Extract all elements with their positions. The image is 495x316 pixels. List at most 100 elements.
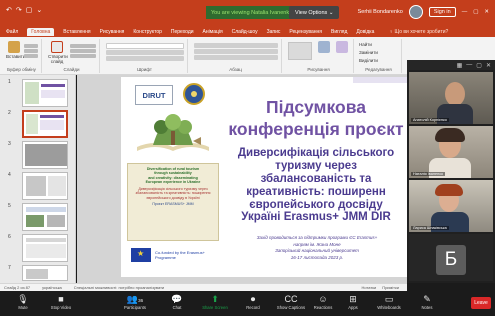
paste-button[interactable]: Вставити xyxy=(6,41,26,59)
quick-styles-button[interactable] xyxy=(334,41,350,54)
video-panel-header: ▦ — ▢ ✕ xyxy=(407,60,495,70)
minimize-icon[interactable]: — xyxy=(462,9,468,15)
notes-button[interactable]: ✎ Notes xyxy=(410,294,444,310)
tab-animations[interactable]: Анімація xyxy=(203,29,223,35)
accessibility-status[interactable]: Спеціальні можливості: потрібно проаналі… xyxy=(74,285,164,290)
font-controls[interactable] xyxy=(106,42,184,62)
comments-button[interactable]: Примітки xyxy=(382,285,399,290)
new-slide-button[interactable]: Створити слайд xyxy=(48,41,68,64)
video-tile-2[interactable]: Наталія Іваненко xyxy=(409,126,493,178)
video-tile-1[interactable]: Анатолій Корнієнко xyxy=(409,72,493,124)
tab-draw[interactable]: Рисування xyxy=(100,29,125,35)
show-captions-button[interactable]: CC Show Captions xyxy=(274,294,308,310)
stop-video-label: Stop Video xyxy=(50,305,72,310)
whiteboard-icon: ▭ xyxy=(384,294,394,304)
maximize-icon[interactable]: ▢ xyxy=(473,9,478,15)
tab-insert[interactable]: Вставлення xyxy=(63,29,90,35)
gallery-view-icon[interactable]: ▦ xyxy=(457,62,463,69)
participant-name: Наталія Іваненко xyxy=(411,172,446,176)
video-tile-4[interactable]: Б xyxy=(409,234,493,281)
mute-button[interactable]: 🎙 Mute xyxy=(6,294,40,310)
leave-meeting-button[interactable]: Leave xyxy=(471,297,491,309)
close-icon[interactable]: ✕ xyxy=(486,62,491,69)
clipboard-mini-buttons[interactable] xyxy=(24,43,38,59)
notes-icon: ✎ xyxy=(423,294,431,304)
slide-title-line1[interactable]: Підсумкова xyxy=(223,97,409,118)
select-button[interactable]: Виділити xyxy=(359,58,399,63)
tab-home[interactable]: Головна xyxy=(27,27,55,36)
captions-icon: CC xyxy=(284,294,298,304)
slide-editing-canvas[interactable]: DIRUT Diversification of rural tourism t… xyxy=(77,75,411,283)
slide-subtitle[interactable]: Диверсифікація сільського туризму через … xyxy=(225,147,407,224)
video-tile-3[interactable]: Лариса Шпаківська xyxy=(409,180,493,232)
slide-thumbnail-2[interactable] xyxy=(22,110,68,138)
subtitle-line: збалансованість та xyxy=(260,172,372,185)
undo-icon[interactable]: ↶ xyxy=(6,6,12,14)
close-icon[interactable]: ✕ xyxy=(484,9,489,15)
slide-title-line2[interactable]: конференція проєкт xyxy=(223,119,409,140)
tab-file[interactable]: Файл xyxy=(6,29,18,35)
current-slide[interactable]: DIRUT Diversification of rural tourism t… xyxy=(121,77,411,277)
thumb-number: 7 xyxy=(8,265,11,271)
university-seal-icon xyxy=(183,83,205,105)
record-label: Record xyxy=(246,305,260,310)
tab-view[interactable]: Вигляд xyxy=(331,29,347,35)
slide-thumbnail-3[interactable] xyxy=(22,141,68,169)
info-line: 16-17 листопада 2023 р. xyxy=(290,254,344,260)
erasmus-logo-text: Co-funded by the Erasmus+ Programme xyxy=(155,250,205,260)
slide-thumbnail-5[interactable] xyxy=(22,203,68,231)
arrange-button[interactable] xyxy=(316,41,332,54)
share-screen-button[interactable]: ⬆ Share Screen xyxy=(198,294,232,310)
record-button[interactable]: ⏺ Record xyxy=(236,294,270,310)
paste-label: Вставити xyxy=(6,54,26,59)
paragraph-controls[interactable] xyxy=(194,42,278,61)
tab-help[interactable]: Довідка xyxy=(356,29,374,35)
show-captions-label: Show Captions xyxy=(276,305,306,310)
slide-thumbnail-1[interactable] xyxy=(22,79,68,107)
minimize-icon[interactable]: — xyxy=(466,62,472,68)
drawing-group: Рисування xyxy=(284,39,354,73)
thumb-number: 5 xyxy=(8,203,11,209)
customize-chevron-icon[interactable]: ⌄ xyxy=(36,6,42,14)
reactions-button[interactable]: ☺ Reactions xyxy=(306,294,340,310)
sign-in-button[interactable]: Sign in xyxy=(428,7,456,17)
replace-button[interactable]: Замінити xyxy=(359,50,399,55)
language-indicator[interactable]: українська xyxy=(42,285,62,290)
eu-flag-icon xyxy=(131,248,151,262)
tab-record[interactable]: Запис xyxy=(267,29,281,35)
tab-slideshow[interactable]: Слайд-шоу xyxy=(232,29,258,35)
notes-button[interactable]: Нотатки xyxy=(361,285,376,290)
open-book-illustration xyxy=(131,111,215,155)
dirut-logo: DIRUT xyxy=(135,85,173,105)
chat-button[interactable]: 💬 Chat xyxy=(160,294,194,310)
whiteboards-button[interactable]: ▭ Whiteboards xyxy=(372,294,406,310)
slide-thumbnail-6[interactable] xyxy=(22,234,68,262)
status-right: Нотатки Примітки xyxy=(361,285,399,290)
microphone-icon: 🎙 xyxy=(17,294,29,304)
slides-mini-buttons[interactable] xyxy=(70,43,96,59)
apps-button[interactable]: ⊞ Apps xyxy=(336,294,370,310)
stop-video-button[interactable]: ■ Stop Video xyxy=(44,294,78,310)
redo-icon[interactable]: ↷ xyxy=(16,6,22,14)
avatar[interactable] xyxy=(408,5,423,19)
thumb-number: 1 xyxy=(8,79,11,85)
tab-design[interactable]: Конструктор xyxy=(133,29,162,35)
participants-button[interactable]: 👥36 Participants xyxy=(118,294,152,310)
present-icon[interactable]: ▢ xyxy=(26,6,33,14)
thumb-number: 6 xyxy=(8,234,11,240)
ribbon-tabs: Файл Головна Вставлення Рисування Констр… xyxy=(0,26,495,37)
maximize-icon[interactable]: ▢ xyxy=(476,62,482,69)
tab-transitions[interactable]: Переходи xyxy=(171,29,194,35)
shapes-gallery[interactable] xyxy=(288,42,312,60)
group-label: Слайди xyxy=(63,67,80,72)
reactions-label: Reactions xyxy=(313,305,333,310)
slide-event-info[interactable]: Захід проводиться за підтримки програми … xyxy=(233,235,401,261)
view-options-button[interactable]: View Options ⌄ xyxy=(289,6,340,19)
tab-review[interactable]: Рецензування xyxy=(289,29,322,35)
subtitle-line: Диверсифікація сільського xyxy=(237,147,395,159)
slide-thumbnail-7[interactable] xyxy=(22,265,68,281)
slide-thumbnail-4[interactable] xyxy=(22,172,68,200)
find-button[interactable]: Найти xyxy=(359,42,399,47)
ribbon-search[interactable]: ♀ Що ви хочете зробити? xyxy=(389,29,448,35)
new-slide-icon xyxy=(51,41,63,53)
